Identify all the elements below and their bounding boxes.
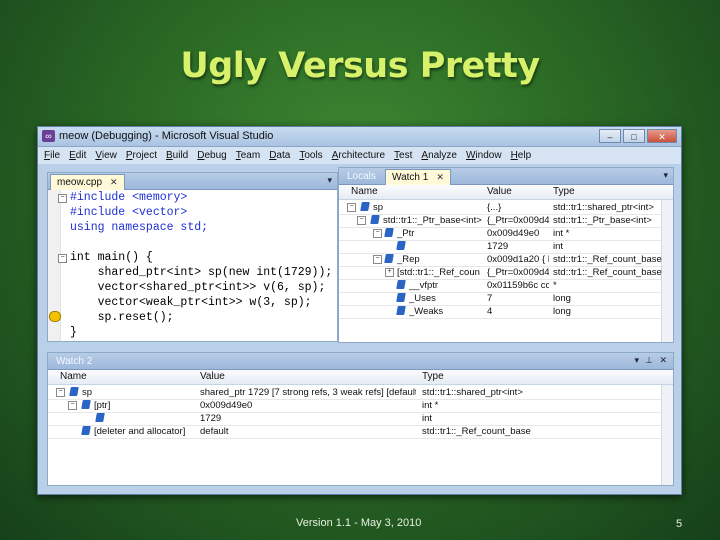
variable-icon: [396, 241, 406, 250]
variable-icon: [81, 400, 91, 409]
current-statement-icon: [49, 311, 61, 322]
table-row[interactable]: _Weaks 4 long: [339, 305, 661, 319]
watch1-tabstrip: Locals Watch 1 ✕ ▾: [339, 168, 673, 185]
table-row[interactable]: + [std::tr1::_Ref_coun {_Ptr=0x009d49 st…: [339, 266, 663, 280]
variable-icon: [384, 254, 394, 263]
menu-build[interactable]: Build: [166, 150, 188, 161]
menu-test[interactable]: Test: [394, 150, 412, 161]
title-bar: ∞ meow (Debugging) - Microsoft Visual St…: [38, 127, 681, 147]
tab-watch1[interactable]: Watch 1 ✕: [385, 169, 451, 185]
code-line: vector<shared_ptr<int>> v(6, sp);: [70, 281, 326, 294]
table-row[interactable]: [deleter and allocator] default std::tr1…: [48, 425, 661, 439]
watch2-pane: Watch 2 ▾ ⊥ ✕ Name Value Type − sp share…: [47, 352, 674, 486]
window-title: meow (Debugging) - Microsoft Visual Stud…: [59, 130, 274, 142]
table-row[interactable]: − _Rep 0x009d1a20 { Pt std::tr1::_Ref_co…: [339, 253, 663, 267]
visual-studio-icon: ∞: [42, 130, 55, 142]
slide-title: Ugly Versus Pretty: [180, 46, 540, 86]
editor-tabstrip: meow.cpp ✕ ▾: [48, 173, 337, 190]
code-line: #include <vector>: [70, 206, 188, 219]
collapse-icon[interactable]: −: [347, 203, 356, 212]
watch2-header: Name Value Type: [48, 370, 673, 385]
column-name[interactable]: Name: [351, 186, 378, 197]
collapse-icon[interactable]: −: [58, 254, 67, 263]
variable-icon: [360, 202, 370, 211]
menu-debug[interactable]: Debug: [197, 150, 226, 161]
collapse-icon[interactable]: −: [373, 229, 382, 238]
table-row[interactable]: __vfptr 0x01159b6c con * *: [339, 279, 661, 293]
table-row[interactable]: − sp shared_ptr 1729 [7 strong refs, 3 w…: [48, 386, 661, 400]
menu-window[interactable]: Window: [466, 150, 502, 161]
code-line: #include <memory>: [70, 191, 188, 204]
column-value[interactable]: Value: [200, 371, 225, 382]
code-line: using namespace std;: [70, 221, 209, 234]
menu-edit[interactable]: Edit: [69, 150, 86, 161]
menu-tools[interactable]: Tools: [299, 150, 322, 161]
variable-icon: [95, 413, 105, 422]
table-row[interactable]: _Uses 7 long: [339, 292, 661, 306]
dropdown-icon[interactable]: ▾: [663, 170, 668, 181]
variable-icon: [81, 426, 91, 435]
code-editor-pane: meow.cpp ✕ ▾ − − #include <memory> #inclu…: [47, 172, 338, 342]
variable-icon: [384, 228, 394, 237]
code-line: shared_ptr<int> sp(new int(1729));: [70, 266, 333, 279]
menu-file[interactable]: File: [44, 150, 60, 161]
collapse-icon[interactable]: −: [56, 388, 65, 397]
close-icon[interactable]: ✕: [110, 177, 118, 187]
dropdown-icon[interactable]: ▾: [327, 175, 332, 186]
table-row[interactable]: − [ptr] 0x009d49e0 int *: [48, 399, 661, 413]
menu-bar: File Edit View Project Build Debug Team …: [38, 147, 681, 164]
dropdown-icon[interactable]: ▾: [634, 355, 639, 366]
collapse-icon[interactable]: −: [373, 255, 382, 264]
watch2-tabstrip: Watch 2 ▾ ⊥ ✕: [48, 353, 673, 370]
tab-watch2[interactable]: Watch 2: [50, 354, 98, 370]
close-icon[interactable]: ✕: [659, 355, 667, 366]
tab-meow-cpp[interactable]: meow.cpp ✕: [50, 174, 125, 190]
menu-analyze[interactable]: Analyze: [421, 150, 457, 161]
variable-icon: [396, 280, 406, 289]
menu-data[interactable]: Data: [269, 150, 290, 161]
tab-locals[interactable]: Locals: [341, 169, 382, 185]
watch1-header: Name Value Type: [339, 185, 673, 200]
minimize-button[interactable]: –: [599, 129, 621, 143]
code-area[interactable]: − − #include <memory> #include <vector> …: [48, 190, 337, 341]
variable-icon: [396, 306, 406, 315]
code-line: vector<weak_ptr<int>> w(3, sp);: [70, 296, 312, 309]
menu-view[interactable]: View: [95, 150, 117, 161]
watch1-pane: Locals Watch 1 ✕ ▾ Name Value Type − sp {…: [338, 167, 674, 343]
collapse-icon[interactable]: −: [58, 194, 67, 203]
menu-architecture[interactable]: Architecture: [332, 150, 385, 161]
table-row[interactable]: 1729 int: [48, 412, 661, 426]
page-number: 5: [676, 518, 683, 530]
pin-icon[interactable]: ⊥: [645, 355, 653, 366]
collapse-icon[interactable]: −: [357, 216, 366, 225]
close-button[interactable]: ✕: [647, 129, 677, 143]
table-row[interactable]: 1729 int: [339, 240, 661, 254]
table-row[interactable]: − std::tr1::_Ptr_base<int> {_Ptr=0x009d4…: [339, 214, 661, 228]
tab-label: Watch 1: [392, 172, 429, 183]
variable-icon: [69, 387, 79, 396]
code-line: sp.reset();: [70, 311, 174, 324]
collapse-icon[interactable]: −: [68, 401, 77, 410]
menu-project[interactable]: Project: [126, 150, 157, 161]
tab-label: meow.cpp: [57, 177, 103, 188]
visual-studio-window: ∞ meow (Debugging) - Microsoft Visual St…: [37, 126, 682, 495]
table-row[interactable]: − sp {...} std::tr1::shared_ptr<int>: [339, 201, 661, 215]
code-line: }: [70, 326, 77, 339]
menu-team[interactable]: Team: [236, 150, 260, 161]
slide-footer: Version 1.1 - May 3, 2010: [296, 517, 422, 529]
table-row[interactable]: − _Ptr 0x009d49e0 int *: [339, 227, 661, 241]
column-type[interactable]: Type: [553, 186, 575, 197]
close-icon[interactable]: ✕: [436, 172, 444, 182]
variable-icon: [396, 293, 406, 302]
code-line: int main() {: [70, 251, 153, 264]
variable-icon: [370, 215, 380, 224]
column-value[interactable]: Value: [487, 186, 512, 197]
column-name[interactable]: Name: [60, 371, 87, 382]
column-type[interactable]: Type: [422, 371, 444, 382]
maximize-button[interactable]: □: [623, 129, 645, 143]
menu-help[interactable]: Help: [511, 150, 532, 161]
expand-icon[interactable]: +: [385, 268, 394, 277]
vertical-scrollbar[interactable]: [661, 385, 673, 485]
